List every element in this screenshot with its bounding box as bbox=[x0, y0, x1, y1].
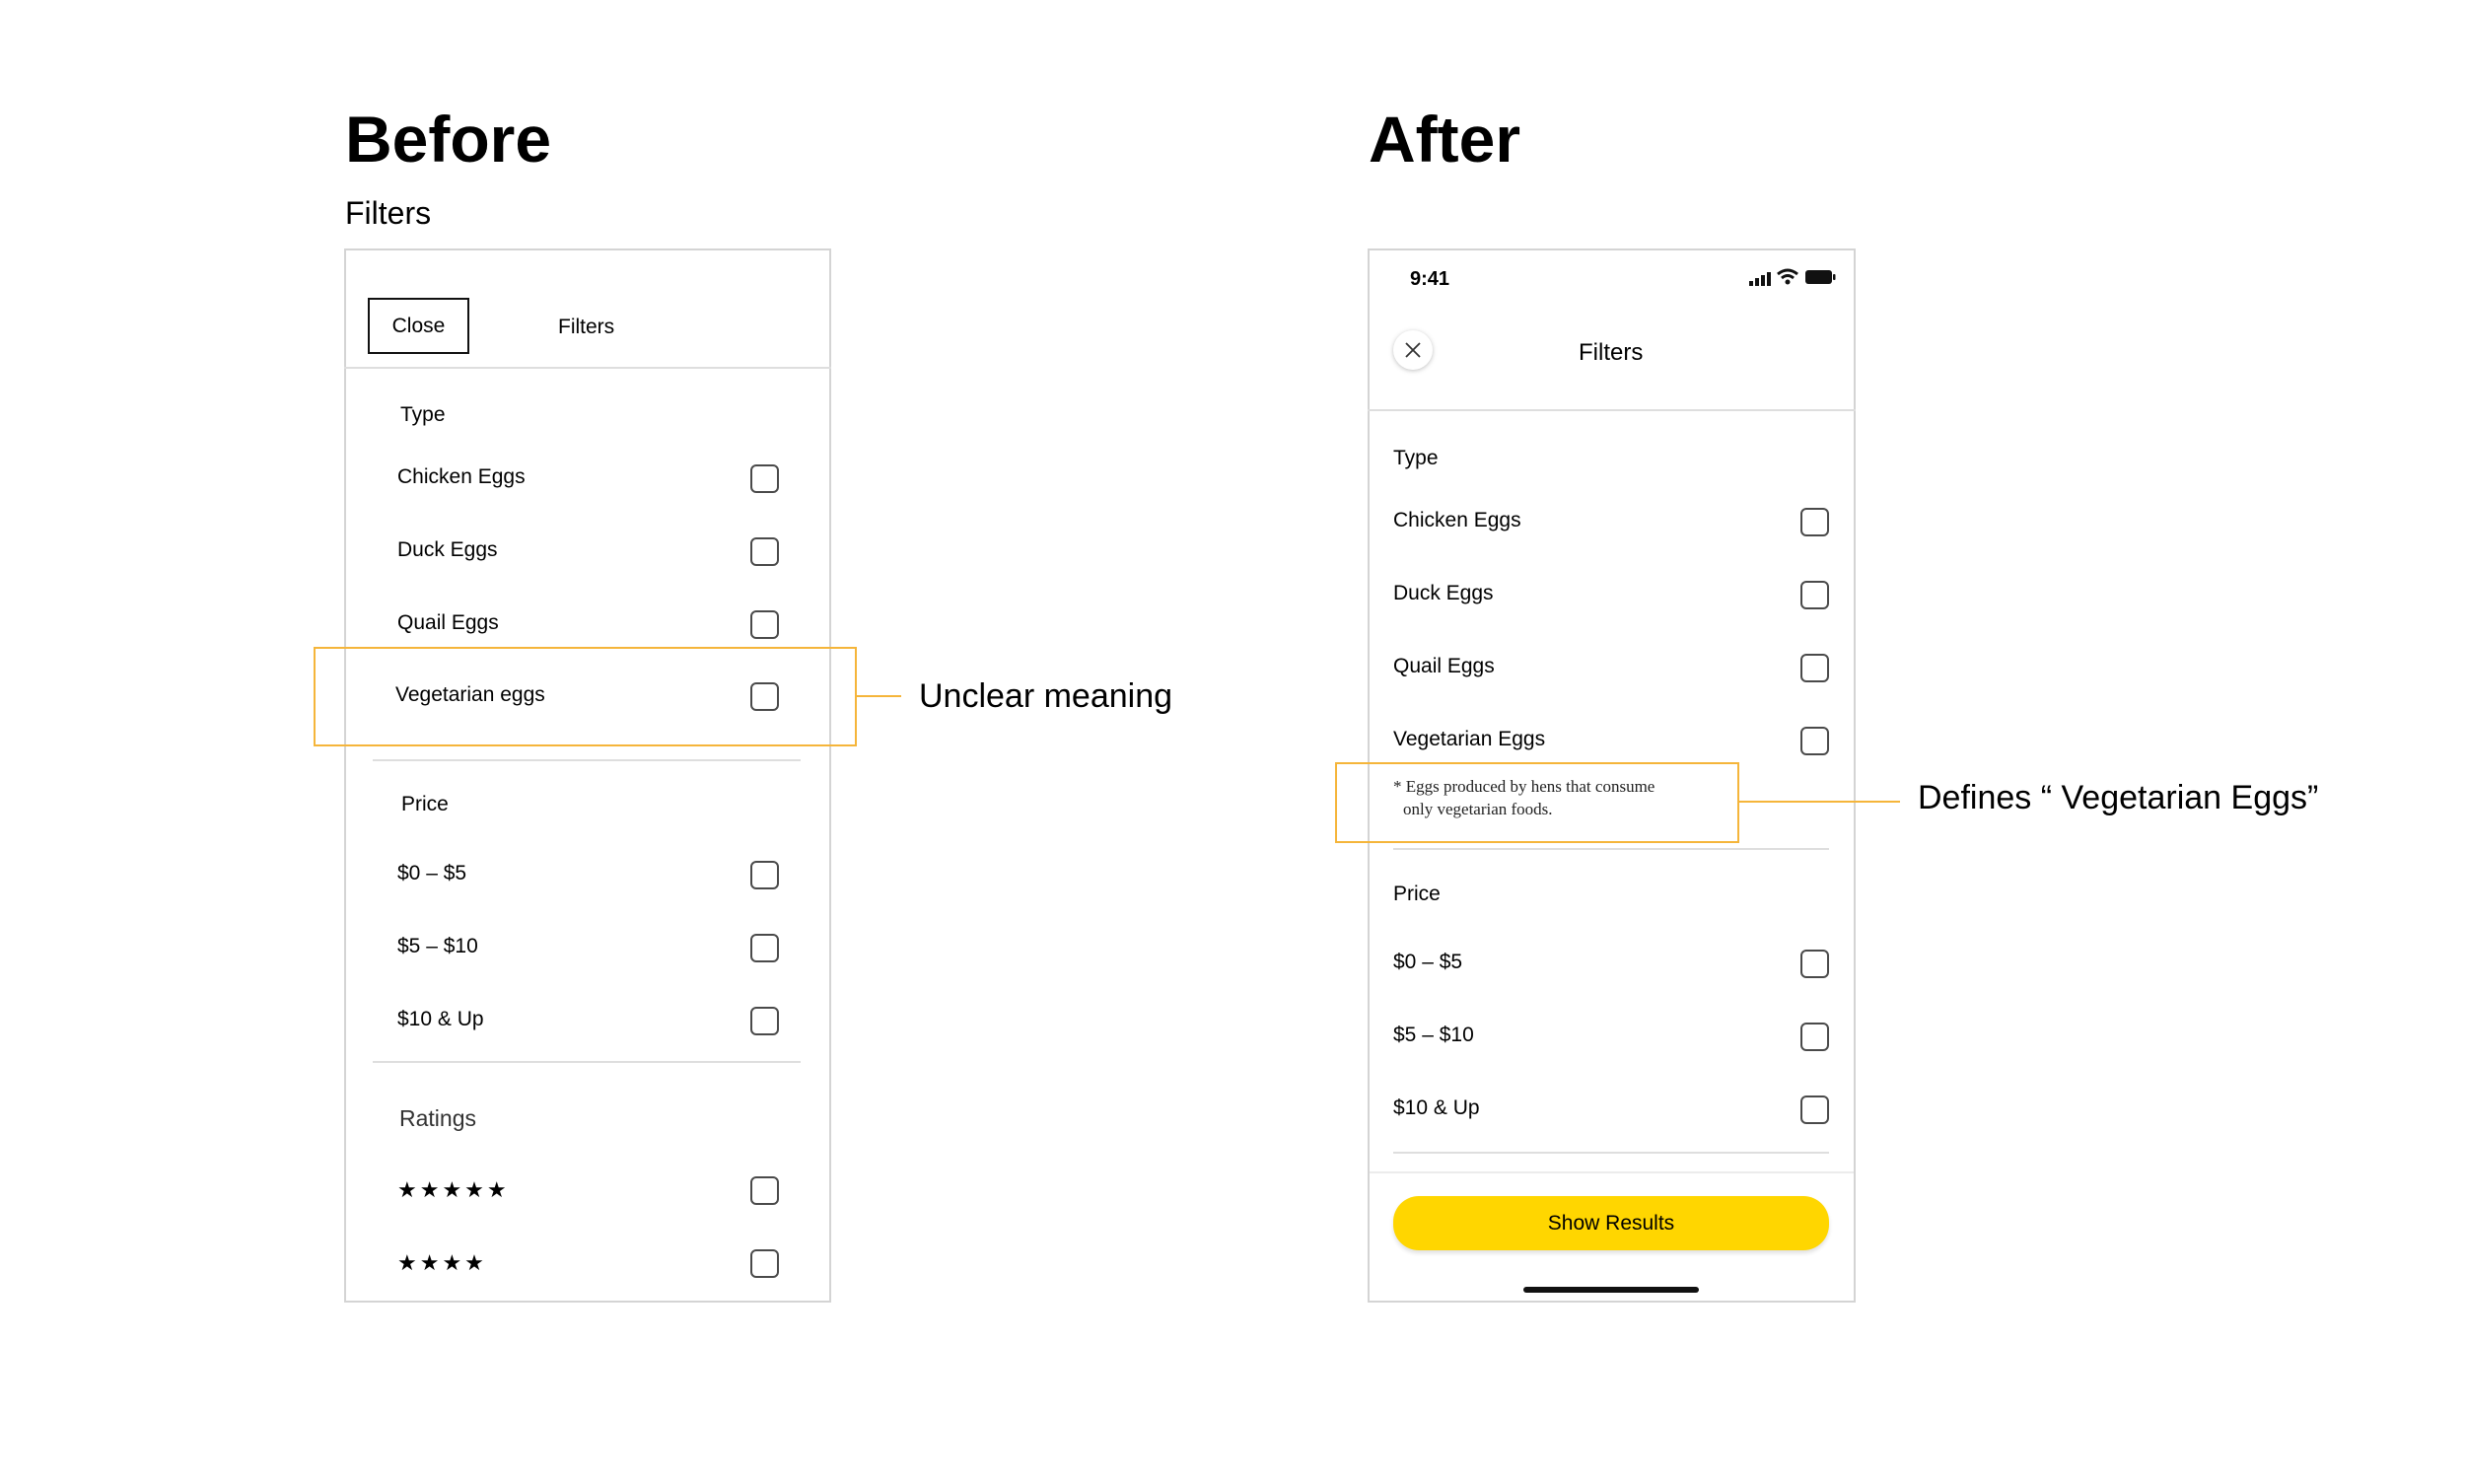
close-icon[interactable] bbox=[1393, 330, 1433, 370]
after-header-divider bbox=[1368, 409, 1856, 411]
before-subheading: Filters bbox=[345, 195, 432, 231]
home-indicator bbox=[1523, 1287, 1699, 1293]
before-checkbox-price-5-10[interactable] bbox=[750, 934, 779, 962]
before-checkbox-rating-5[interactable] bbox=[750, 1176, 779, 1205]
before-checkbox-quail-eggs[interactable] bbox=[750, 610, 779, 639]
after-option-vegetarian-eggs: Vegetarian Eggs bbox=[1393, 728, 1546, 750]
before-price-divider bbox=[373, 1061, 801, 1063]
after-highlight-box bbox=[1335, 762, 1739, 843]
wifi-icon bbox=[1777, 268, 1798, 286]
after-type-divider bbox=[1393, 848, 1829, 850]
after-checkbox-duck-eggs[interactable] bbox=[1800, 581, 1829, 609]
before-annotation-text: Unclear meaning bbox=[919, 677, 1173, 715]
before-option-price-5-10: $5 – $10 bbox=[397, 935, 478, 957]
after-option-price-5-10: $5 – $10 bbox=[1393, 1024, 1474, 1046]
before-checkbox-chicken-eggs[interactable] bbox=[750, 464, 779, 493]
after-checkbox-quail-eggs[interactable] bbox=[1800, 654, 1829, 682]
before-header-title: Filters bbox=[558, 316, 615, 338]
after-option-quail-eggs: Quail Eggs bbox=[1393, 655, 1495, 677]
after-header-title: Filters bbox=[1579, 339, 1644, 366]
before-checkbox-price-10-up[interactable] bbox=[750, 1007, 779, 1035]
before-option-price-10-up: $10 & Up bbox=[397, 1008, 484, 1030]
before-annotation-connector bbox=[857, 695, 901, 697]
before-checkbox-price-0-5[interactable] bbox=[750, 861, 779, 889]
after-checkbox-vegetarian-eggs[interactable] bbox=[1800, 727, 1829, 755]
before-option-price-0-5: $0 – $5 bbox=[397, 862, 467, 884]
after-checkbox-price-10-up[interactable] bbox=[1800, 1095, 1829, 1124]
after-option-price-10-up: $10 & Up bbox=[1393, 1096, 1480, 1119]
before-rating-5-stars: ★★★★★ bbox=[397, 1177, 510, 1202]
before-option-chicken-eggs: Chicken Eggs bbox=[397, 465, 526, 488]
after-price-divider bbox=[1393, 1152, 1829, 1154]
after-option-duck-eggs: Duck Eggs bbox=[1393, 582, 1494, 604]
before-type-label: Type bbox=[400, 403, 446, 426]
before-ratings-label: Ratings bbox=[399, 1105, 476, 1131]
after-heading: After bbox=[1369, 103, 1521, 176]
before-header-divider bbox=[344, 367, 831, 369]
before-highlight-box bbox=[314, 647, 857, 746]
before-heading: Before bbox=[345, 103, 552, 176]
after-checkbox-price-0-5[interactable] bbox=[1800, 950, 1829, 978]
before-option-duck-eggs: Duck Eggs bbox=[397, 538, 498, 561]
after-option-chicken-eggs: Chicken Eggs bbox=[1393, 509, 1521, 531]
after-footer-divider bbox=[1370, 1171, 1854, 1173]
status-time: 9:41 bbox=[1410, 268, 1450, 290]
before-rating-4-stars: ★★★★ bbox=[397, 1250, 487, 1275]
after-type-label: Type bbox=[1393, 447, 1439, 469]
before-checkbox-rating-4[interactable] bbox=[750, 1249, 779, 1278]
before-price-label: Price bbox=[401, 793, 449, 815]
show-results-button[interactable]: Show Results bbox=[1393, 1196, 1829, 1250]
after-annotation-text: Defines “ Vegetarian Eggs” bbox=[1918, 779, 2319, 816]
after-checkbox-chicken-eggs[interactable] bbox=[1800, 508, 1829, 536]
after-price-label: Price bbox=[1393, 883, 1441, 905]
battery-icon bbox=[1804, 269, 1836, 285]
signal-icon bbox=[1749, 270, 1773, 286]
before-type-divider bbox=[373, 759, 801, 761]
before-option-quail-eggs: Quail Eggs bbox=[397, 611, 499, 634]
after-annotation-connector bbox=[1739, 801, 1900, 803]
after-option-price-0-5: $0 – $5 bbox=[1393, 951, 1463, 973]
close-button[interactable]: Close bbox=[368, 298, 469, 354]
before-checkbox-duck-eggs[interactable] bbox=[750, 537, 779, 566]
after-checkbox-price-5-10[interactable] bbox=[1800, 1023, 1829, 1051]
